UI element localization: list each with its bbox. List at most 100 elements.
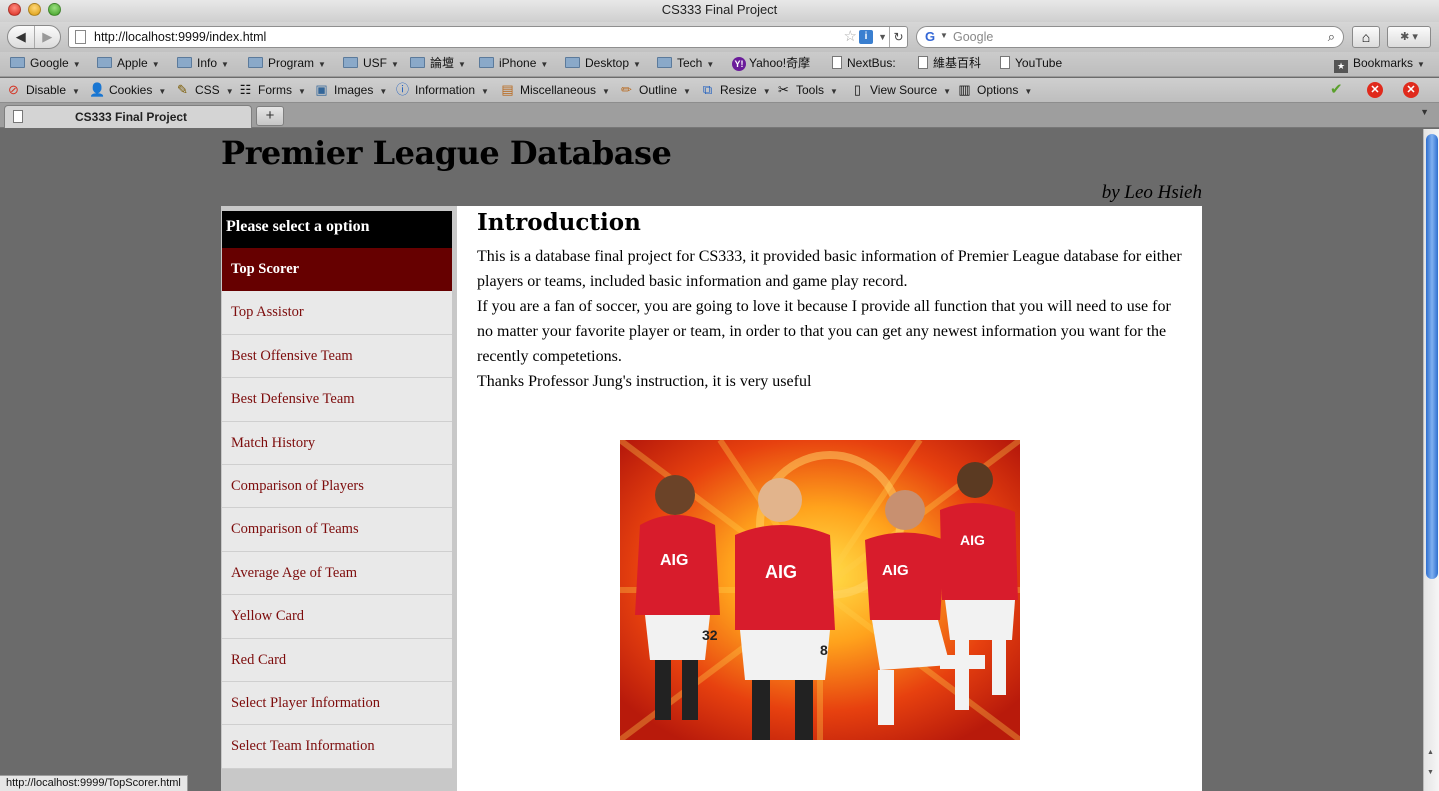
- bookmark-folder[interactable]: 論壇 ▼: [410, 52, 466, 76]
- bookmark-folder[interactable]: Google ▼: [10, 52, 81, 76]
- shirt-sponsor-text: AIG: [882, 562, 909, 579]
- menu-item-match-history[interactable]: Match History: [222, 421, 452, 465]
- cookies-icon: 👤: [89, 82, 106, 97]
- dev-menu-forms[interactable]: ☷ Forms ▼: [238, 78, 306, 104]
- web-developer-toolbar: ⊘ Disable ▼ 👤 Cookies ▼ ✎ CSS ▼ ☷ Forms ▼ ▣ Image…: [0, 78, 1439, 103]
- menu-item-top-scorer[interactable]: Top Scorer: [222, 248, 452, 292]
- tab-cs333-final-project[interactable]: CS333 Final Project: [4, 105, 252, 128]
- intro-paragraph: Thanks Professor Jung's instruction, it …: [477, 373, 812, 390]
- outline-icon: ✏: [621, 82, 632, 97]
- bookmark-star-icon[interactable]: ☆: [844, 27, 857, 47]
- scroll-up-arrow-icon[interactable]: ▲: [1427, 749, 1434, 756]
- bookmark-link[interactable]: NextBus:: [832, 52, 896, 75]
- intro-paragraph: This is a database final project for CS3…: [477, 248, 1182, 290]
- shirt-sponsor-text: AIG: [765, 562, 797, 582]
- bookmark-folder[interactable]: iPhone ▼: [479, 52, 548, 76]
- folder-icon: [565, 57, 580, 68]
- google-icon[interactable]: G: [925, 29, 935, 44]
- page-icon: [13, 110, 23, 123]
- bookmark-folder[interactable]: Info ▼: [177, 52, 229, 76]
- bookmark-link[interactable]: Y! Yahoo!奇摩: [732, 52, 810, 75]
- chevron-down-icon: ▼: [1024, 87, 1033, 96]
- menu-item-select-team-information[interactable]: Select Team Information: [222, 725, 452, 769]
- menu-item-yellow-card[interactable]: Yellow Card: [222, 595, 452, 639]
- bookmark-folder[interactable]: USF ▼: [343, 52, 399, 76]
- dev-menu-information[interactable]: ⓘ Information ▼: [395, 78, 489, 104]
- bookmark-label: USF: [363, 56, 387, 70]
- chevron-down-icon: ▼: [602, 87, 610, 96]
- error-icon[interactable]: ✕: [1367, 82, 1383, 98]
- bookmark-folder[interactable]: Desktop ▼: [565, 52, 641, 76]
- resize-icon: ⧉: [702, 82, 713, 97]
- bookmark-link[interactable]: 維基百科: [918, 52, 981, 75]
- menu-item-comparison-of-players[interactable]: Comparison of Players: [222, 464, 452, 509]
- back-button[interactable]: ◀: [8, 26, 34, 48]
- bookmark-label: Tech: [677, 56, 703, 70]
- home-button[interactable]: ⌂: [1352, 26, 1380, 48]
- close-toolbar-icon[interactable]: ✕: [1403, 82, 1419, 98]
- page-icon: [1000, 56, 1010, 69]
- dev-menu-css[interactable]: ✎ CSS ▼: [175, 78, 234, 104]
- dev-menu-tools[interactable]: ✂ Tools ▼: [776, 78, 838, 104]
- folder-icon: [177, 57, 192, 68]
- dev-menu-label: View Source: [870, 83, 938, 97]
- search-icon[interactable]: ⌕: [1328, 27, 1335, 47]
- bookmark-link[interactable]: YouTube: [1000, 52, 1062, 75]
- menu-item-select-player-information[interactable]: Select Player Information: [222, 681, 452, 726]
- menu-item-best-defensive-team[interactable]: Best Defensive Team: [222, 378, 452, 422]
- chevron-down-icon: ▼: [318, 60, 326, 69]
- close-window-button[interactable]: [8, 3, 21, 16]
- folder-icon: [410, 57, 425, 68]
- dev-menu-disable[interactable]: ⊘ Disable ▼: [6, 78, 80, 104]
- reload-icon[interactable]: ↻: [889, 27, 907, 47]
- menu-item-comparison-of-teams[interactable]: Comparison of Teams: [222, 508, 452, 552]
- addon-button[interactable]: ✱ ▾: [1387, 26, 1431, 48]
- chevron-down-icon: ▼: [458, 60, 466, 69]
- dev-menu-resize[interactable]: ⧉ Resize ▼: [700, 78, 771, 104]
- page-icon: [918, 56, 928, 69]
- bookmarks-menu[interactable]: ★ Bookmarks ▼: [1334, 52, 1425, 76]
- scroll-down-arrow-icon[interactable]: ▼: [1427, 769, 1434, 776]
- shirt-number: 8: [820, 642, 828, 658]
- forward-button[interactable]: ▶: [33, 26, 61, 48]
- minimize-window-button[interactable]: [28, 3, 41, 16]
- dev-menu-cookies[interactable]: 👤 Cookies ▼: [89, 78, 166, 104]
- menu-item-best-offensive-team[interactable]: Best Offensive Team: [222, 334, 452, 379]
- forms-icon: ☷: [239, 82, 252, 97]
- dev-menu-images[interactable]: ▣ Images ▼: [314, 78, 387, 104]
- dev-menu-miscellaneous[interactable]: ▤ Miscellaneous ▼: [500, 78, 610, 104]
- options-icon: ▥: [958, 82, 971, 97]
- search-bar[interactable]: G ▼ Google ⌕: [916, 26, 1344, 48]
- menu-item-top-assistor[interactable]: Top Assistor: [222, 291, 452, 335]
- zoom-window-button[interactable]: [48, 3, 61, 16]
- chevron-down-icon: ▼: [540, 60, 549, 69]
- chevron-down-icon: ▼: [151, 60, 160, 69]
- url-bar[interactable]: http://localhost:9999/index.html ☆ i ▼ ↻: [68, 26, 908, 48]
- bookmark-label: Desktop: [585, 56, 630, 70]
- dev-menu-view-source[interactable]: ▯ View Source ▼: [850, 78, 951, 104]
- bookmark-label: 論壇: [430, 56, 455, 70]
- tab-list-chevron-icon[interactable]: ▼: [1420, 107, 1429, 117]
- navigation-toolbar: ◀ ▶ http://localhost:9999/index.html ☆ i…: [0, 22, 1439, 52]
- vertical-scrollbar[interactable]: ▲ ▼: [1423, 129, 1439, 791]
- search-engine-dropdown-icon[interactable]: ▼: [940, 31, 948, 40]
- menu-item-average-age-of-team[interactable]: Average Age of Team: [222, 551, 452, 596]
- sidebar-menu: Please select a option Top Scorer Top As…: [221, 206, 457, 791]
- site-info-icon[interactable]: i: [859, 30, 873, 44]
- url-text[interactable]: http://localhost:9999/index.html: [94, 27, 266, 47]
- dev-menu-outline[interactable]: ✏ Outline ▼: [619, 78, 691, 104]
- information-icon: ⓘ: [395, 82, 409, 97]
- scrollbar-thumb[interactable]: [1426, 134, 1438, 579]
- bookmark-folder[interactable]: Tech ▼: [657, 52, 714, 76]
- search-input[interactable]: Google: [953, 27, 993, 47]
- dev-menu-label: Cookies: [109, 83, 153, 97]
- validate-checkmark-icon[interactable]: ✔: [1330, 82, 1343, 98]
- bookmark-folder[interactable]: Apple ▼: [97, 52, 160, 76]
- dev-menu-options[interactable]: ▥ Options ▼: [957, 78, 1032, 104]
- new-tab-button[interactable]: +: [256, 106, 284, 126]
- bookmark-folder[interactable]: Program ▼: [248, 52, 326, 76]
- menu-item-red-card[interactable]: Red Card: [222, 638, 452, 682]
- history-dropdown-icon[interactable]: ▼: [878, 27, 887, 47]
- folder-icon: [479, 57, 494, 68]
- folder-icon: [248, 57, 263, 68]
